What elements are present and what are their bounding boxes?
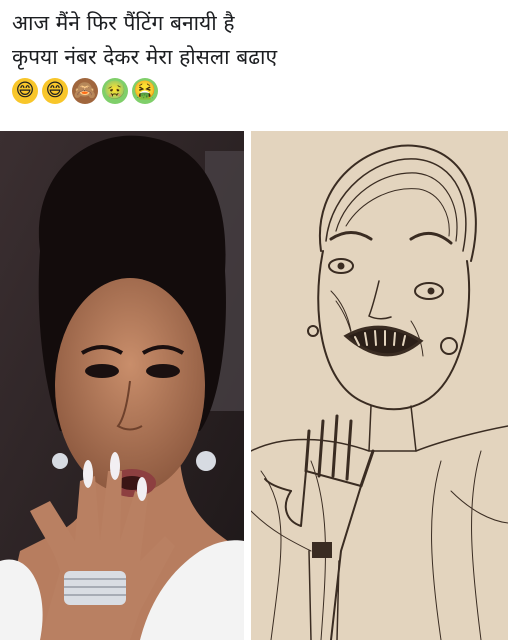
grinning-face-icon: 😄	[12, 78, 38, 104]
caption-line-2: कृपया नंबर देकर मेरा होसला बढाए	[12, 45, 278, 69]
post-image-collage[interactable]	[0, 131, 508, 640]
post-caption: आज मैंने फिर पैंटिंग बनायी है कृपया नंबर…	[12, 6, 502, 106]
sketch-image[interactable]	[251, 131, 508, 640]
caption-line-1: आज मैंने फिर पैंटिंग बनायी है	[12, 11, 235, 35]
sketch-illustration	[251, 131, 508, 640]
see-no-evil-monkey-icon: 🙈	[72, 78, 98, 104]
vomiting-face-icon: 🤮	[132, 78, 158, 104]
grinning-face-icon: 😄	[42, 78, 68, 104]
nauseated-face-icon: 🤢	[102, 78, 128, 104]
photo-image[interactable]	[0, 131, 244, 640]
emoji-row: 😄 😄 🙈 🤢 🤮	[12, 76, 502, 106]
photo-illustration	[0, 131, 244, 640]
